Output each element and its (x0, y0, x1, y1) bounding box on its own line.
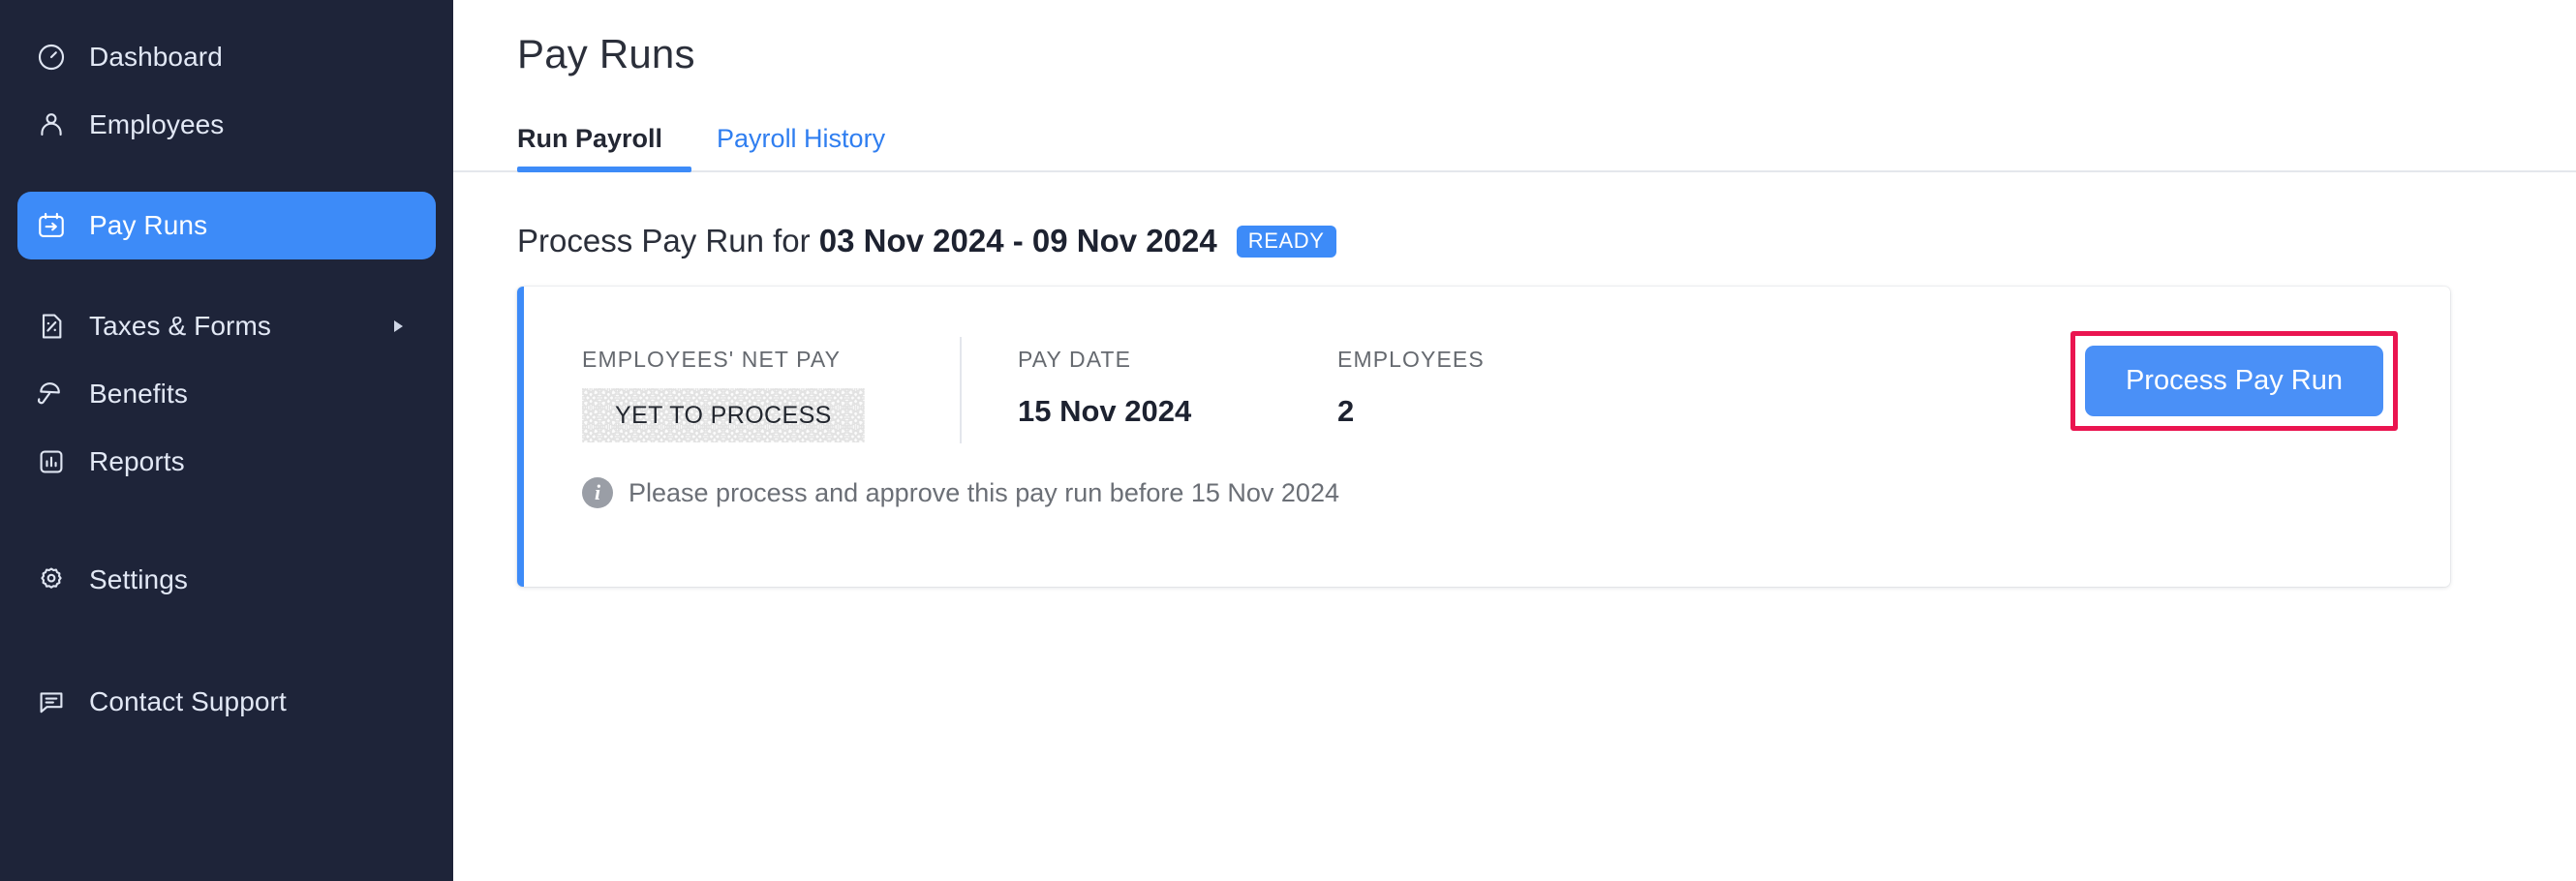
gear-icon (35, 563, 68, 596)
sidebar-item-label: Taxes & Forms (89, 311, 272, 341)
sidebar-item-label: Dashboard (89, 42, 223, 72)
tab-payroll-history[interactable]: Payroll History (691, 124, 910, 170)
sidebar-item-label: Benefits (89, 379, 188, 409)
sidebar-item-reports[interactable]: Reports (17, 428, 436, 496)
sidebar-item-label: Contact Support (89, 686, 287, 716)
sidebar-item-employees[interactable]: Employees (17, 91, 436, 159)
info-icon: i (582, 477, 613, 508)
calendar-arrow-icon (35, 209, 68, 242)
pay-run-heading-text: Process Pay Run for 03 Nov 2024 - 09 Nov… (517, 223, 1217, 259)
pay-run-heading: Process Pay Run for 03 Nov 2024 - 09 Nov… (453, 172, 2576, 259)
tab-bar: Run Payroll Payroll History (453, 114, 2576, 172)
sidebar-item-contact-support[interactable]: Contact Support (17, 668, 436, 736)
stat-label: PAY DATE (1018, 347, 1132, 372)
sidebar-item-pay-runs[interactable]: Pay Runs (17, 192, 436, 259)
sidebar-item-label: Pay Runs (89, 210, 208, 240)
stat-employees: EMPLOYEES 2 (1279, 347, 1599, 429)
sidebar: Dashboard Employees Pay Runs Taxes & For… (0, 0, 453, 881)
stat-label: EMPLOYEES' NET PAY (582, 347, 842, 372)
chat-bubble-icon (35, 685, 68, 718)
stat-value: 2 (1337, 394, 1355, 428)
pay-run-note-text: Please process and approve this pay run … (629, 477, 1339, 507)
process-pay-run-highlight: Process Pay Run (2070, 331, 2398, 431)
sidebar-item-benefits[interactable]: Benefits (17, 360, 436, 428)
page-title: Pay Runs (517, 31, 695, 76)
sidebar-item-taxes-forms[interactable]: Taxes & Forms (17, 292, 436, 360)
stat-pay-date: PAY DATE 15 Nov 2024 (960, 337, 1279, 443)
stat-label: EMPLOYEES (1337, 347, 1485, 372)
net-pay-pending-chip: YET TO PROCESS (582, 388, 865, 442)
umbrella-icon (35, 378, 68, 410)
stat-value: YET TO PROCESS (615, 401, 832, 429)
pay-run-period: 03 Nov 2024 - 09 Nov 2024 (818, 223, 1217, 258)
tab-run-payroll[interactable]: Run Payroll (517, 124, 692, 172)
pay-run-heading-prefix: Process Pay Run for (517, 223, 819, 258)
stat-value: 15 Nov 2024 (1018, 394, 1192, 428)
document-percent-icon (35, 310, 68, 343)
person-icon (35, 108, 68, 141)
bar-chart-icon (35, 445, 68, 478)
stat-net-pay: EMPLOYEES' NET PAY YET TO PROCESS (524, 347, 960, 442)
pay-run-card-stats: EMPLOYEES' NET PAY YET TO PROCESS PAY DA… (524, 287, 2450, 443)
process-pay-run-button[interactable]: Process Pay Run (2084, 346, 2383, 416)
status-badge: READY (1236, 225, 1336, 258)
pay-run-note: i Please process and approve this pay ru… (524, 442, 2450, 508)
chevron-right-icon[interactable] (394, 320, 403, 332)
sidebar-item-label: Employees (89, 109, 225, 139)
sidebar-item-settings[interactable]: Settings (17, 546, 436, 614)
pay-run-card: EMPLOYEES' NET PAY YET TO PROCESS PAY DA… (517, 287, 2450, 587)
main-content: Pay Runs Run Payroll Payroll History Pro… (453, 0, 2576, 881)
gauge-icon (35, 41, 68, 74)
sidebar-item-dashboard[interactable]: Dashboard (17, 23, 436, 91)
sidebar-item-label: Reports (89, 446, 185, 476)
sidebar-item-label: Settings (89, 564, 188, 594)
